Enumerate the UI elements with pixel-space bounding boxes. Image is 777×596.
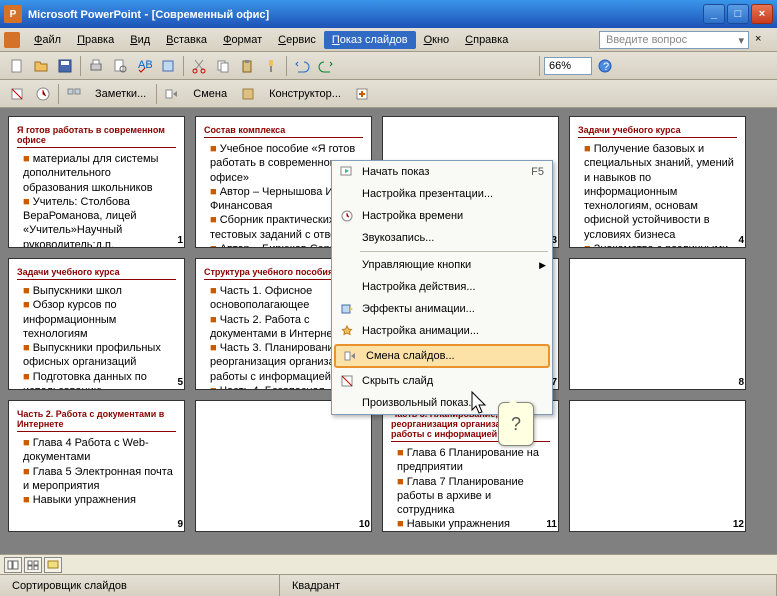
menu-формат[interactable]: Формат [215, 31, 270, 49]
close-button[interactable]: × [751, 4, 773, 24]
designer-button[interactable]: Конструктор... [263, 86, 347, 102]
menu-item-настройка-действия-[interactable]: Настройка действия... [332, 276, 552, 298]
slide-thumbnail[interactable]: 10 [195, 400, 372, 532]
menu-сервис[interactable]: Сервис [270, 31, 324, 49]
slide-thumbnail[interactable]: Часть 2. Работа с документами в Интернет… [8, 400, 185, 532]
new-slide-button[interactable] [351, 83, 373, 105]
menu-правка[interactable]: Правка [69, 31, 122, 49]
help-button[interactable]: ? [594, 55, 616, 77]
slide-number: 5 [177, 377, 183, 388]
menu-вид[interactable]: Вид [122, 31, 158, 49]
spelling-button[interactable]: AB [133, 55, 155, 77]
transition-icon[interactable] [161, 83, 183, 105]
transition-button[interactable]: Смена [187, 86, 233, 102]
transition-icon [340, 349, 362, 363]
menu-item-эффекты-анимации-[interactable]: Эффекты анимации... [332, 298, 552, 320]
app-icon: P [4, 5, 22, 23]
format-painter-button[interactable] [260, 55, 282, 77]
print-button[interactable] [85, 55, 107, 77]
menu-файл[interactable]: Файл [26, 31, 69, 49]
slideshow-menu-dropdown: Начать показF5Настройка презентации...На… [331, 160, 553, 415]
menu-item-звукозапись-[interactable]: Звукозапись... [332, 227, 552, 249]
clock-icon [336, 209, 358, 223]
undo-button[interactable] [291, 55, 313, 77]
slide-number: 11 [546, 519, 557, 530]
menu-справка[interactable]: Справка [457, 31, 516, 49]
doc-icon [4, 32, 20, 48]
standard-toolbar: AB 66% ? [0, 52, 777, 80]
research-button[interactable] [157, 55, 179, 77]
menu-item-начать-показ[interactable]: Начать показF5 [332, 161, 552, 183]
menu-item-управляющие-кнопки[interactable]: Управляющие кнопки▶ [332, 254, 552, 276]
design-icon[interactable] [237, 83, 259, 105]
slide-number: 1 [177, 235, 183, 246]
view-buttons-bar [0, 554, 777, 574]
menu-item-смена-слайдов-[interactable]: Смена слайдов... [334, 344, 550, 368]
help-search-input[interactable]: Введите вопрос [599, 31, 749, 49]
slide-thumbnail[interactable]: Задачи учебного курсаВыпускники школОбзо… [8, 258, 185, 390]
svg-text:AB: AB [138, 59, 152, 71]
paste-button[interactable] [236, 55, 258, 77]
slide-thumbnail[interactable]: Задачи учебного курсаПолучение базовых и… [569, 116, 746, 248]
menu-bar: ФайлПравкаВидВставкаФорматСервисПоказ сл… [0, 28, 777, 52]
normal-view-button[interactable] [4, 557, 22, 573]
maximize-button[interactable]: □ [727, 4, 749, 24]
slideshow-view-button[interactable] [44, 557, 62, 573]
slide-number: 9 [177, 519, 183, 530]
window-title: Microsoft PowerPoint - [Современный офис… [28, 7, 703, 21]
status-bar: Сортировщик слайдов Квадрант [0, 574, 777, 596]
menu-показ слайдов[interactable]: Показ слайдов [324, 31, 416, 49]
notes-button[interactable]: Заметки... [89, 86, 152, 102]
menu-item-настройка-презентации-[interactable]: Настройка презентации... [332, 183, 552, 205]
slide-number: 10 [359, 519, 370, 530]
minimize-button[interactable]: _ [703, 4, 725, 24]
redo-button[interactable] [315, 55, 337, 77]
save-button[interactable] [54, 55, 76, 77]
slide-thumbnail[interactable]: 12 [569, 400, 746, 532]
zoom-combo[interactable]: 66% [544, 57, 592, 75]
rehearse-button[interactable] [32, 83, 54, 105]
status-template: Квадрант [280, 575, 777, 596]
slide-thumbnail[interactable]: 8 [569, 258, 746, 390]
slide-number: 8 [738, 377, 744, 388]
help-tooltip: ? [498, 402, 534, 446]
menu-item-скрыть-слайд[interactable]: Скрыть слайд [332, 370, 552, 392]
menu-окно[interactable]: Окно [416, 31, 458, 49]
title-bar: P Microsoft PowerPoint - [Современный оф… [0, 0, 777, 28]
sorter-view-button[interactable] [24, 557, 42, 573]
slide-sorter-view[interactable]: Я готов работать в современном офисемате… [0, 108, 777, 574]
slide-thumbnail[interactable]: Я готов работать в современном офисемате… [8, 116, 185, 248]
print-preview-button[interactable] [109, 55, 131, 77]
hide-icon [336, 374, 358, 388]
menu-item-настройка-времени[interactable]: Настройка времени [332, 205, 552, 227]
status-mode: Сортировщик слайдов [0, 575, 280, 596]
hide-slide-button[interactable] [6, 83, 28, 105]
svg-text:?: ? [603, 61, 609, 73]
anim-icon [336, 302, 358, 316]
new-button[interactable] [6, 55, 28, 77]
submenu-arrow-icon: ▶ [539, 260, 546, 271]
slide-sorter-toolbar: Заметки... Смена Конструктор... [0, 80, 777, 108]
slide-number: 4 [738, 235, 744, 246]
star-icon [336, 324, 358, 338]
cut-button[interactable] [188, 55, 210, 77]
slide-number: 12 [733, 519, 744, 530]
copy-button[interactable] [212, 55, 234, 77]
menu-item-настройка-анимации-[interactable]: Настройка анимации... [332, 320, 552, 342]
play-icon [336, 165, 358, 179]
summary-button[interactable] [63, 83, 85, 105]
doc-close-button[interactable]: × [755, 33, 773, 47]
open-button[interactable] [30, 55, 52, 77]
menu-вставка[interactable]: Вставка [158, 31, 215, 49]
